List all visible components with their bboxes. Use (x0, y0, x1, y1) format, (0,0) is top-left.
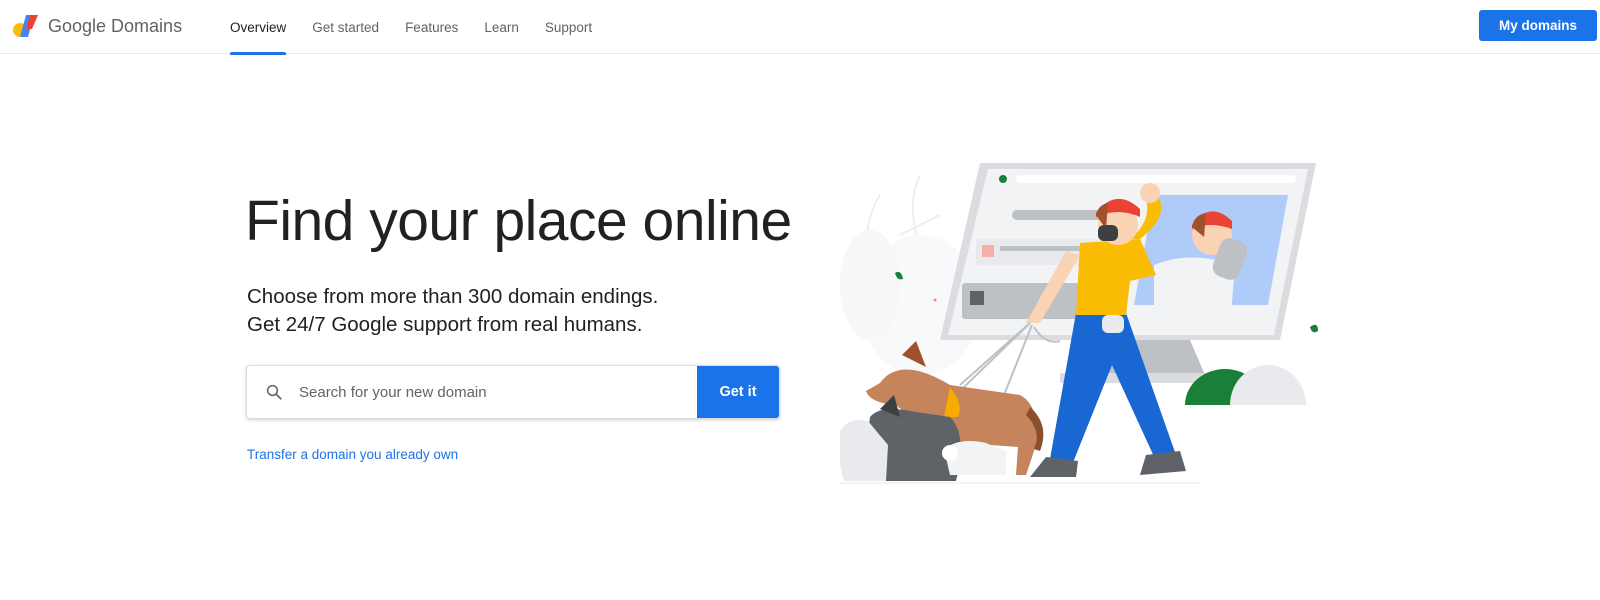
hero-subtitle-line-1: Choose from more than 300 domain endings… (247, 285, 659, 308)
logo-text: Google Domains (48, 15, 183, 36)
domain-search-input[interactable] (295, 366, 697, 418)
hero-subtitle: Choose from more than 300 domain endings… (247, 283, 658, 339)
get-it-button[interactable]: Get it (697, 366, 779, 418)
nav-item-get-started[interactable]: Get started (312, 0, 379, 54)
dot-shape (933, 298, 937, 302)
my-domains-button[interactable]: My domains (1479, 10, 1597, 41)
transfer-domain-link[interactable]: Transfer a domain you already own (247, 447, 458, 462)
domain-search-box: Get it (246, 365, 780, 419)
nav-item-features[interactable]: Features (405, 0, 458, 54)
bush-shape (1230, 365, 1306, 405)
top-header: Google Domains Overview Get started Feat… (0, 0, 1600, 55)
nav-item-support[interactable]: Support (545, 0, 592, 54)
search-icon (247, 366, 295, 418)
background-bush-shape (840, 230, 900, 340)
google-domains-logo[interactable]: Google Domains (12, 12, 182, 40)
nav-item-learn[interactable]: Learn (484, 0, 519, 54)
nav-item-overview[interactable]: Overview (230, 0, 287, 55)
hero-subtitle-line-2: Get 24/7 Google support from real humans… (247, 313, 643, 336)
dog-walker-illustration (840, 163, 1318, 484)
leaf-shape (1310, 324, 1318, 333)
hero-title: Find your place online (245, 189, 792, 253)
google-domains-logo-icon (13, 15, 38, 37)
main-nav: Overview Get started Features Learn Supp… (230, 0, 618, 55)
